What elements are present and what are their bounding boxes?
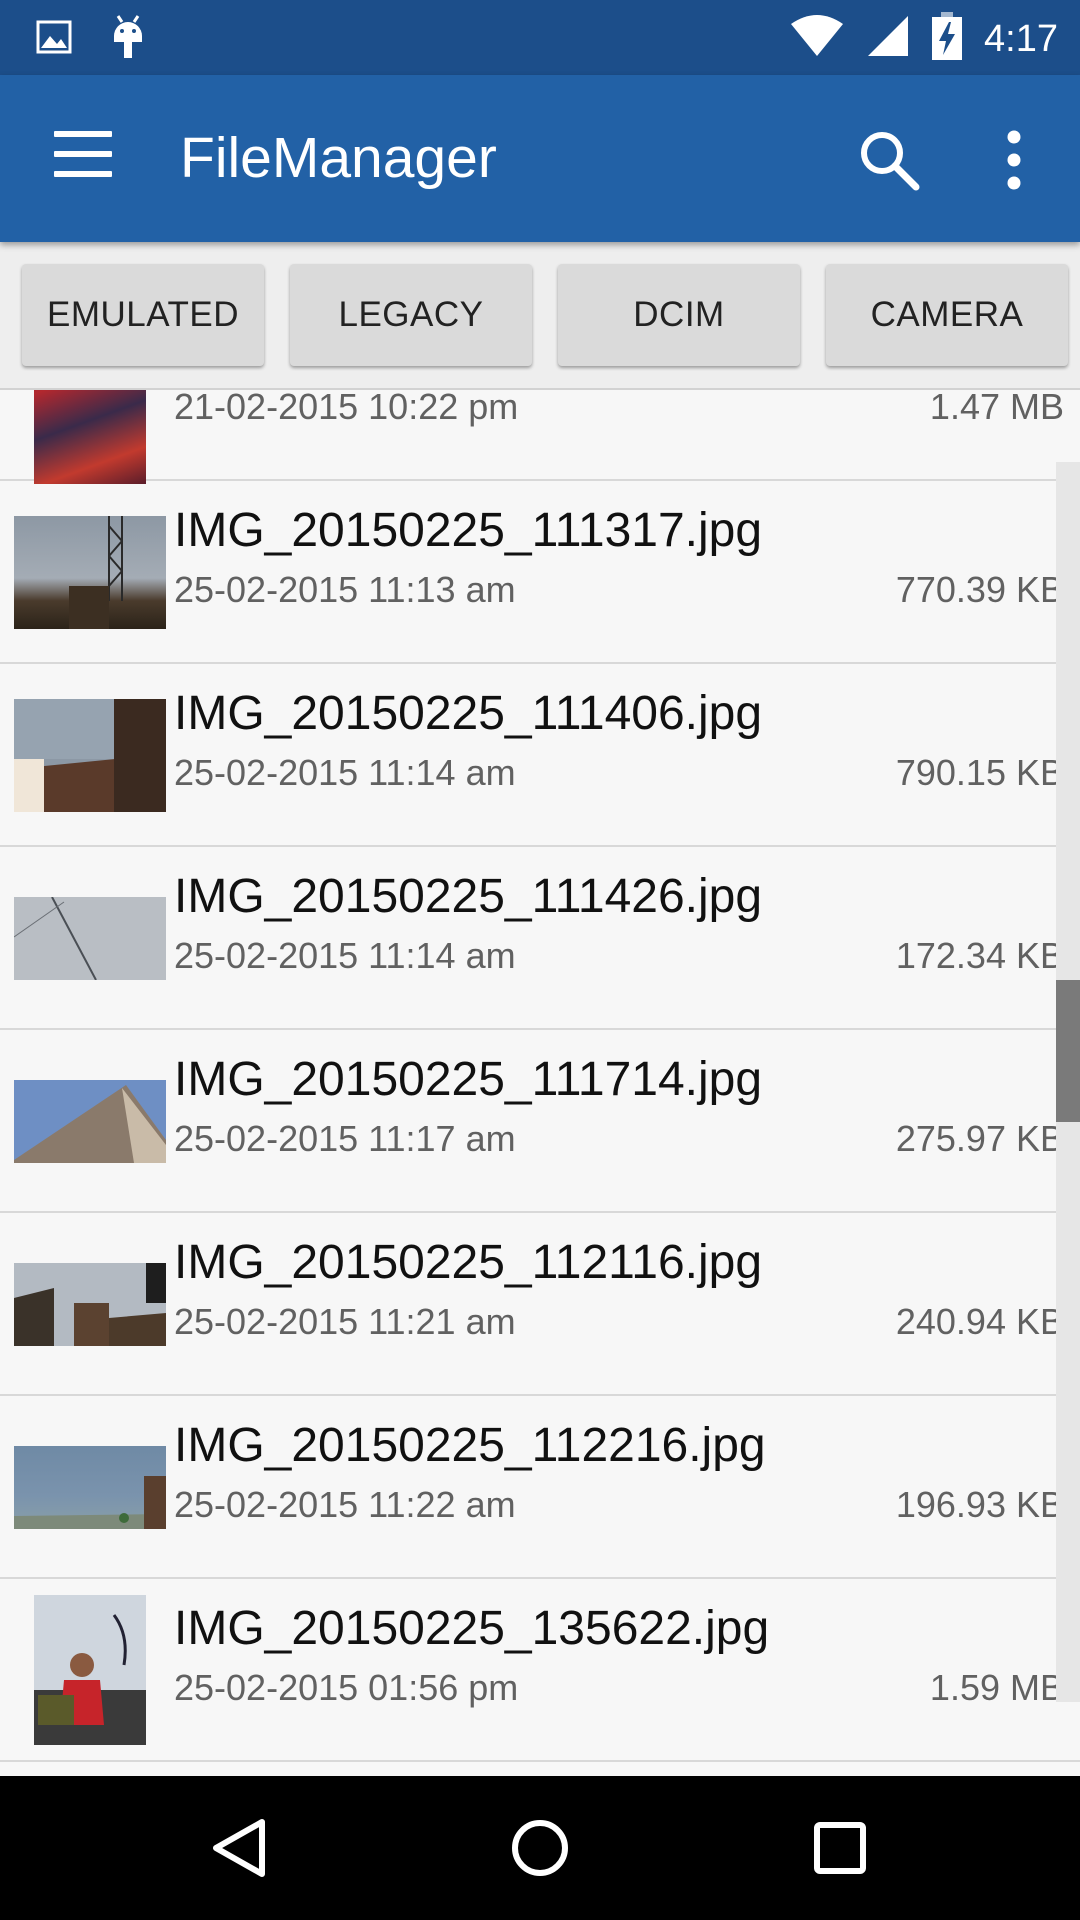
app-title: FileManager	[180, 126, 497, 190]
file-name: IMG_20150225_112116.jpg	[174, 1236, 763, 1289]
file-thumbnail	[34, 390, 146, 484]
file-size: 240.94 KB	[895, 1301, 1064, 1342]
list-item[interactable]: IMG_20150225_135622.jpg 25-02-2015 01:56…	[0, 1579, 1080, 1762]
breadcrumb-emulated[interactable]: EMULATED	[22, 264, 264, 366]
file-thumbnail	[14, 516, 166, 629]
recents-icon[interactable]	[800, 1808, 880, 1888]
more-vert-icon[interactable]	[994, 127, 1034, 193]
file-thumbnail	[34, 1595, 146, 1745]
list-item[interactable]: IMG_20150225_111714.jpg 25-02-2015 11:17…	[0, 1030, 1080, 1213]
file-name: IMG_20150225_111714.jpg	[174, 1053, 763, 1106]
file-name: IMG_20150225_111317.jpg	[174, 504, 763, 557]
file-date: 25-02-2015 11:14 am	[174, 935, 516, 976]
search-icon[interactable]	[856, 127, 922, 193]
back-icon[interactable]	[200, 1808, 280, 1888]
file-date: 25-02-2015 11:21 am	[174, 1301, 516, 1342]
file-date: 25-02-2015 11:14 am	[174, 752, 516, 793]
wifi-icon	[790, 14, 844, 63]
file-name: IMG_20150225_111406.jpg	[174, 687, 763, 740]
file-thumbnail	[14, 1263, 166, 1346]
home-icon[interactable]	[500, 1808, 580, 1888]
file-thumbnail	[14, 699, 166, 812]
breadcrumb-camera[interactable]: CAMERA	[826, 264, 1068, 366]
file-date: 25-02-2015 11:17 am	[174, 1118, 516, 1159]
file-name: IMG_20150225_112216.jpg	[174, 1419, 766, 1472]
list-item[interactable]: 21-02-2015 10:22 pm 1.47 MB	[0, 390, 1080, 484]
app-bar: FileManager	[0, 75, 1080, 242]
battery-charging-icon	[932, 12, 963, 65]
file-name: IMG_20150225_111426.jpg	[174, 870, 763, 923]
file-size: 770.39 KB	[895, 569, 1064, 610]
file-date: 25-02-2015 11:13 am	[174, 569, 516, 610]
file-list[interactable]: 21-02-2015 10:22 pm 1.47 MB IMG_20150225…	[0, 390, 1080, 1776]
scrollbar-thumb[interactable]	[1056, 980, 1080, 1122]
breadcrumb-dcim[interactable]: DCIM	[558, 264, 800, 366]
file-thumbnail	[14, 1446, 166, 1529]
list-item[interactable]: IMG_20150225_111406.jpg 25-02-2015 11:14…	[0, 664, 1080, 847]
file-size: 1.47 MB	[929, 390, 1064, 427]
list-item[interactable]	[0, 1762, 1080, 1776]
file-size: 196.93 KB	[895, 1484, 1064, 1525]
file-thumbnail	[14, 1080, 166, 1163]
file-size: 790.15 KB	[895, 752, 1064, 793]
image-notification-icon	[36, 19, 72, 60]
list-item[interactable]: IMG_20150225_111426.jpg 25-02-2015 11:14…	[0, 847, 1080, 1030]
status-bar: 4:17	[0, 0, 1080, 75]
clock-time: 4:17	[984, 17, 1058, 60]
breadcrumb-legacy[interactable]: LEGACY	[290, 264, 532, 366]
hamburger-menu-icon[interactable]	[54, 131, 114, 177]
file-date: 25-02-2015 01:56 pm	[174, 1667, 519, 1708]
android-debug-icon	[110, 14, 146, 65]
navigation-bar	[0, 1776, 1080, 1920]
file-date: 21-02-2015 10:22 pm	[174, 390, 519, 427]
file-size: 275.97 KB	[895, 1118, 1064, 1159]
list-item[interactable]: IMG_20150225_112216.jpg 25-02-2015 11:22…	[0, 1396, 1080, 1579]
file-size: 172.34 KB	[895, 935, 1064, 976]
file-thumbnail	[14, 897, 166, 980]
file-date: 25-02-2015 11:22 am	[174, 1484, 516, 1525]
file-name: IMG_20150225_135622.jpg	[174, 1602, 770, 1655]
cell-signal-icon	[866, 14, 910, 63]
file-size: 1.59 MB	[929, 1667, 1064, 1708]
breadcrumb: EMULATED LEGACY DCIM CAMERA	[0, 242, 1080, 390]
list-item[interactable]: IMG_20150225_111317.jpg 25-02-2015 11:13…	[0, 481, 1080, 664]
list-item[interactable]: IMG_20150225_112116.jpg 25-02-2015 11:21…	[0, 1213, 1080, 1396]
